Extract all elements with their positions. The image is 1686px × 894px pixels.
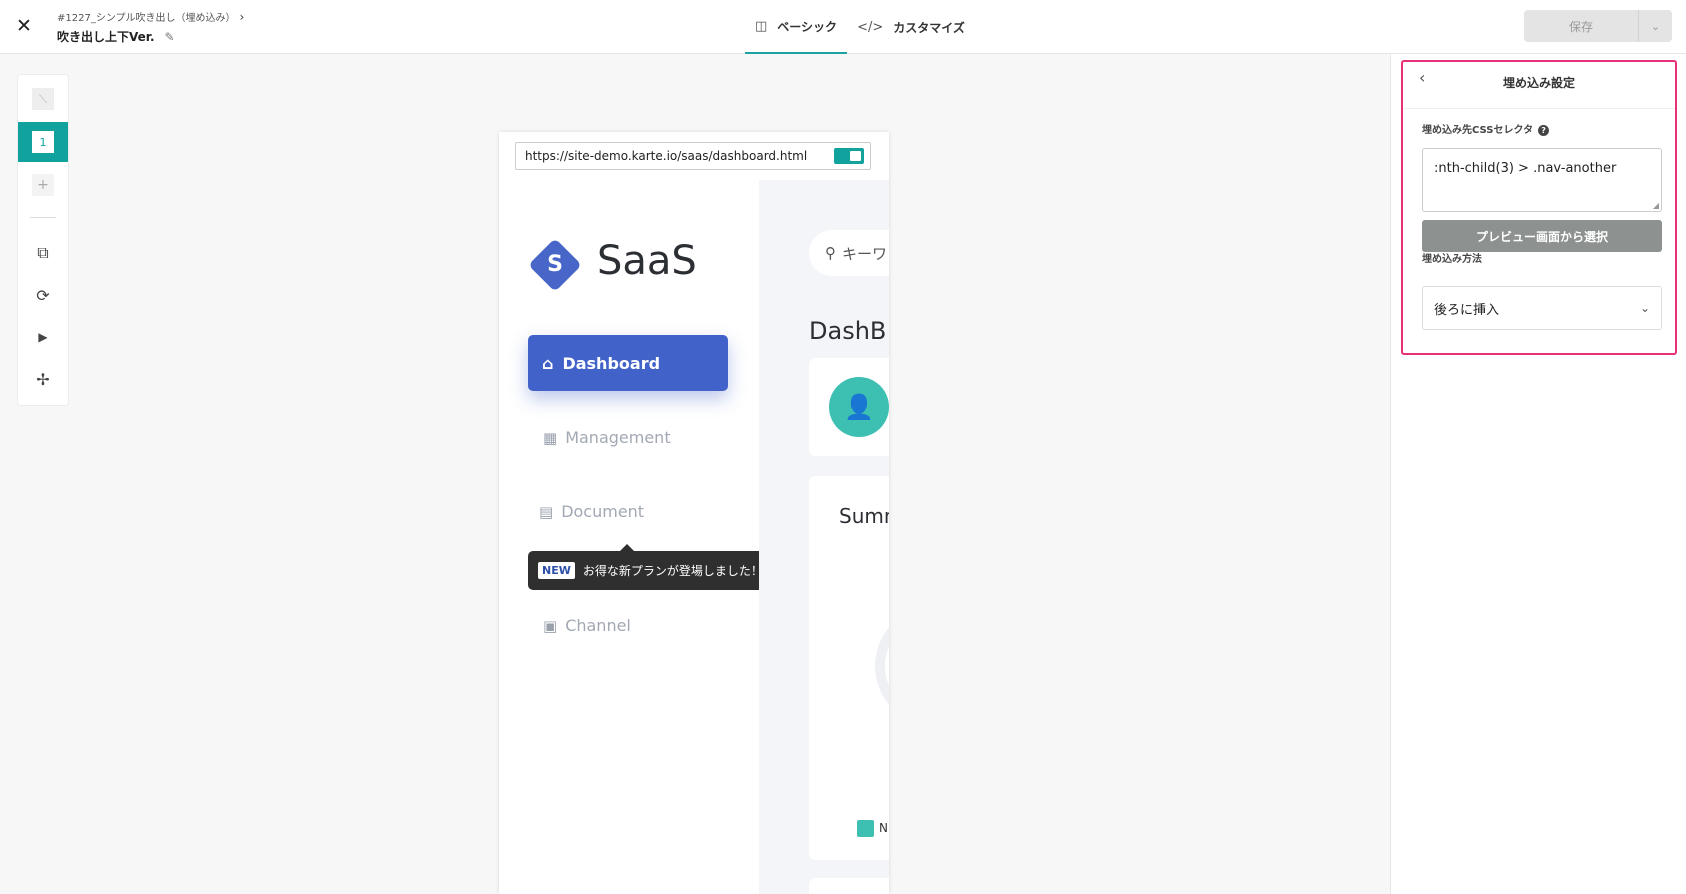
home-icon: ⌂: [542, 353, 554, 373]
url-toggle[interactable]: [834, 148, 864, 164]
css-selector-input[interactable]: :nth-child(3) > .nav-another ◢: [1422, 148, 1662, 212]
site-sidebar: S SaaS ⌂ Dashboard ▦ Management ▤ Docume…: [499, 180, 788, 894]
embed-method-select[interactable]: 後ろに挿入 ⌄: [1422, 286, 1662, 330]
legend-swatch: [857, 820, 874, 837]
css-selector-label: 埋め込み先CSSセレクタ?: [1422, 121, 1550, 136]
nav-channel[interactable]: ▣ Channel: [543, 616, 631, 635]
management-icon: ▦: [543, 428, 558, 447]
dashboard-title: DashB: [809, 317, 887, 345]
channel-icon: ▣: [543, 616, 558, 635]
user-icon: 👤: [829, 377, 889, 437]
site-search[interactable]: ⚲ キーワ: [809, 230, 889, 276]
tab-customize[interactable]: </> カスタマイズ: [847, 0, 975, 54]
chevron-right-icon: ›: [239, 10, 245, 24]
search-icon: ⚲: [825, 244, 836, 262]
fullscreen-icon[interactable]: ✢: [18, 359, 68, 399]
tooltip-text: お得な新プランが登場しました！: [582, 564, 763, 578]
help-icon[interactable]: ?: [1538, 125, 1550, 136]
slash-icon: ⟍: [32, 88, 54, 110]
donut-chart: [875, 606, 889, 726]
pick-from-preview-button[interactable]: プレビュー画面から選択: [1422, 220, 1662, 252]
profile-card: 👤: [809, 358, 889, 456]
nav-dashboard[interactable]: ⌂ Dashboard: [528, 335, 728, 391]
toolbar-divider: [30, 217, 56, 218]
new-plan-tooltip[interactable]: NEW お得な新プランが登場しました！: [528, 544, 788, 590]
tab-basic[interactable]: ◫ ベーシック: [745, 0, 848, 54]
settings-panel: ‹ 埋め込み設定 埋め込み先CSSセレクタ? :nth-child(3) > .…: [1390, 54, 1686, 894]
page-title-text: 吹き出し上下Ver.: [57, 30, 155, 44]
css-selector-value: :nth-child(3) > .nav-another: [1434, 161, 1617, 176]
bottom-card: [809, 878, 889, 894]
logo-letter: S: [547, 252, 563, 277]
layout-icon: ◫: [755, 18, 768, 34]
toolbar-add-step[interactable]: +: [18, 165, 68, 205]
panel-divider: [1403, 108, 1675, 109]
nav-document[interactable]: ▤ Document: [539, 502, 644, 521]
nav-management-label: Management: [565, 428, 671, 447]
nav-channel-label: Channel: [565, 616, 631, 635]
new-badge: NEW: [538, 562, 575, 579]
top-bar: ✕ #1227_シンプル吹き出し（埋め込み） › 吹き出し上下Ver. ✎ ◫ ベー…: [0, 0, 1686, 54]
save-group: 保存 ⌄: [1524, 10, 1672, 42]
breadcrumb-label: #1227_シンプル吹き出し（埋め込み）: [57, 13, 236, 24]
preview-url-bar: https://site-demo.karte.io/saas/dashboar…: [499, 132, 889, 180]
panel-title: 埋め込み設定: [1502, 76, 1575, 90]
tab-customize-label: カスタマイズ: [893, 20, 965, 35]
code-icon: </>: [857, 19, 884, 35]
embed-method-value: 後ろに挿入: [1434, 302, 1500, 318]
resize-handle-icon[interactable]: ◢: [1653, 201, 1659, 210]
plus-icon: +: [32, 174, 54, 196]
chevron-down-icon: ⌄: [1639, 301, 1650, 315]
embed-method-label: 埋め込み方法: [1422, 254, 1482, 265]
toolbar-step-1[interactable]: 1: [18, 122, 68, 162]
preview-frame: https://site-demo.karte.io/saas/dashboar…: [499, 132, 889, 894]
css-selector-label-text: 埋め込み先CSSセレクタ: [1422, 125, 1534, 136]
devices-icon[interactable]: ⧉: [18, 233, 68, 273]
play-icon[interactable]: ▶: [18, 317, 68, 357]
left-toolbar: ⟍ 1 + ⧉ ⟳ ▶ ✢: [17, 74, 69, 406]
summary-card: Summ N: [809, 476, 889, 860]
nav-management[interactable]: ▦ Management: [543, 428, 671, 447]
close-icon[interactable]: ✕: [14, 16, 34, 36]
step-number: 1: [32, 131, 54, 153]
chevron-down-icon[interactable]: ⌄: [1638, 10, 1672, 42]
save-button[interactable]: 保存: [1524, 10, 1638, 42]
logo-text: SaaS: [597, 238, 697, 284]
page-title: 吹き出し上下Ver. ✎: [57, 28, 175, 45]
document-icon: ▤: [539, 502, 554, 521]
breadcrumb[interactable]: #1227_シンプル吹き出し（埋め込み） ›: [57, 9, 244, 24]
legend-label: N: [879, 821, 888, 835]
pencil-icon[interactable]: ✎: [165, 30, 175, 44]
search-placeholder: キーワ: [842, 244, 888, 263]
mode-tabs: ◫ ベーシック </> カスタマイズ: [745, 0, 975, 54]
toolbar-slash: ⟍: [18, 79, 68, 119]
summary-title: Summ: [839, 504, 889, 528]
tab-basic-label: ベーシック: [777, 19, 838, 34]
rotate-icon[interactable]: ⟳: [18, 275, 68, 315]
nav-document-label: Document: [561, 502, 645, 521]
site-content: ⚲ キーワ DashB 👤 Summ N: [759, 180, 889, 894]
nav-dashboard-label: Dashboard: [562, 353, 661, 373]
url-input[interactable]: https://site-demo.karte.io/saas/dashboar…: [515, 142, 871, 170]
